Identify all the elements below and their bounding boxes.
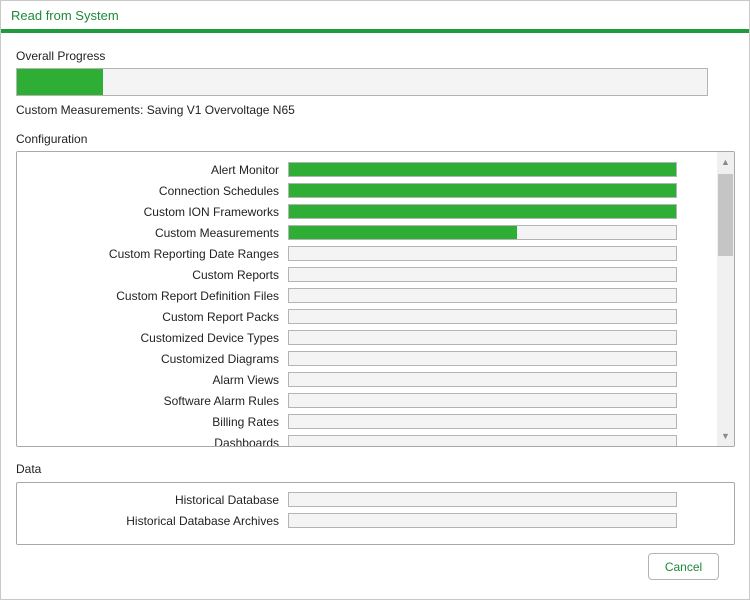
progress-row-bar xyxy=(288,351,677,366)
cancel-button[interactable]: Cancel xyxy=(648,553,719,580)
progress-row-label: Alert Monitor xyxy=(210,163,279,177)
data-label: Data xyxy=(16,462,42,476)
progress-row-bar xyxy=(288,225,677,240)
overall-progress-label: Overall Progress xyxy=(16,49,106,63)
progress-status-text: Custom Measurements: Saving V1 Overvolta… xyxy=(16,103,295,117)
progress-row-label: Custom Reporting Date Ranges xyxy=(108,247,279,261)
scroll-thumb[interactable] xyxy=(718,174,733,256)
progress-row-bar xyxy=(288,288,677,303)
progress-row: Custom Report Packs xyxy=(17,307,715,328)
progress-row-label: Custom Report Packs xyxy=(162,310,279,324)
progress-row-bar xyxy=(288,372,677,387)
chevron-up-icon[interactable]: ▲ xyxy=(717,154,734,171)
progress-row-fill xyxy=(289,163,676,176)
progress-row: Customized Diagrams xyxy=(17,349,715,370)
progress-row: Connection Schedules xyxy=(17,181,715,202)
progress-row: Historical Database xyxy=(17,490,715,511)
progress-row: Alert Monitor xyxy=(17,160,715,181)
progress-row-label: Customized Diagrams xyxy=(160,352,279,366)
progress-row-label: Customized Device Types xyxy=(140,331,279,345)
progress-row-bar xyxy=(288,330,677,345)
progress-row-label: Historical Database xyxy=(174,493,279,507)
progress-row-label: Custom ION Frameworks xyxy=(143,205,279,219)
window-title: Read from System xyxy=(11,8,119,23)
data-panel: Historical Database Historical Database A… xyxy=(16,482,735,545)
progress-row-label: Alarm Views xyxy=(212,373,279,387)
progress-row: Alarm Views xyxy=(17,370,715,391)
progress-row: Historical Database Archives xyxy=(17,511,715,532)
progress-row: Custom Measurements xyxy=(17,223,715,244)
progress-row-bar xyxy=(288,246,677,261)
progress-row-label: Software Alarm Rules xyxy=(163,394,279,408)
progress-row-bar xyxy=(288,162,677,177)
configuration-panel: Alert Monitor Connection Schedules Custom … xyxy=(16,151,735,447)
progress-row-fill xyxy=(289,205,676,218)
progress-row-label: Historical Database Archives xyxy=(126,514,279,528)
title-bar: Read from System xyxy=(1,1,749,33)
progress-row-bar xyxy=(288,204,677,219)
progress-row-fill xyxy=(289,184,676,197)
progress-row-bar xyxy=(288,183,677,198)
progress-row-fill xyxy=(289,226,518,239)
progress-row-bar xyxy=(288,309,677,324)
progress-row-bar xyxy=(288,414,677,429)
progress-row: Software Alarm Rules xyxy=(17,391,715,412)
progress-row-label: Billing Rates xyxy=(212,415,279,429)
progress-row-bar xyxy=(288,393,677,408)
progress-row-label: Custom Report Definition Files xyxy=(116,289,279,303)
progress-row-bar xyxy=(288,267,677,282)
progress-row-label: Dashboards xyxy=(214,436,279,447)
progress-row-label: Custom Reports xyxy=(192,268,279,282)
progress-row-bar xyxy=(288,435,677,446)
progress-row-label: Custom Measurements xyxy=(154,226,279,240)
chevron-down-icon[interactable]: ▼ xyxy=(717,428,734,445)
progress-row: Custom Reporting Date Ranges xyxy=(17,244,715,265)
configuration-label: Configuration xyxy=(16,132,88,146)
configuration-list: Alert Monitor Connection Schedules Custom … xyxy=(17,160,715,447)
overall-progress-bar xyxy=(16,68,708,96)
progress-row: Dashboards xyxy=(17,433,715,447)
read-from-system-dialog: Read from System Overall Progress Custom… xyxy=(0,0,750,600)
progress-row-bar xyxy=(288,492,677,507)
progress-row: Billing Rates xyxy=(17,412,715,433)
progress-row: Custom Report Definition Files xyxy=(17,286,715,307)
overall-progress-fill xyxy=(17,69,104,95)
configuration-scrollbar[interactable]: ▲ ▼ xyxy=(717,152,734,446)
progress-row: Custom Reports xyxy=(17,265,715,286)
progress-row-label: Connection Schedules xyxy=(158,184,279,198)
progress-row: Customized Device Types xyxy=(17,328,715,349)
progress-row-bar xyxy=(288,513,677,528)
progress-row: Custom ION Frameworks xyxy=(17,202,715,223)
data-list: Historical Database Historical Database A… xyxy=(17,490,715,532)
